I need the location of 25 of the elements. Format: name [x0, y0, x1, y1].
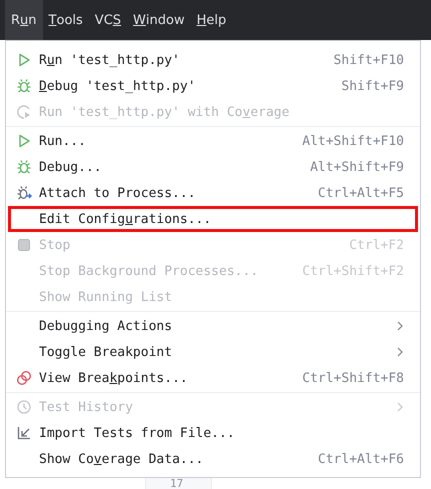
import-icon — [16, 425, 32, 441]
line-number: 17 — [170, 479, 184, 489]
breakpoints-icon — [16, 370, 32, 386]
menu-item[interactable]: Run 'test_http.py' Shift+F10 — [6, 47, 420, 73]
menu-item[interactable]: Run... Alt+Shift+F10 — [6, 128, 420, 154]
menu-item[interactable]: Toggle Breakpoint — [6, 339, 420, 365]
menu-bar-item[interactable]: Tools — [42, 0, 89, 40]
menu-item[interactable]: View Breakpoints... Ctrl+Shift+F8 — [6, 365, 420, 391]
menu-bar-item[interactable]: Window — [127, 0, 191, 40]
attach-bug-icon — [16, 185, 32, 201]
menu-item[interactable]: Debug... Alt+Shift+F9 — [6, 154, 420, 180]
menu-item[interactable]: Debug 'test_http.py' Shift+F9 — [6, 73, 420, 99]
menu-item[interactable]: Import Tests from File... — [6, 420, 420, 446]
clock-icon — [16, 399, 32, 415]
bug-icon — [16, 159, 32, 175]
menu-bar-item[interactable]: Run — [5, 0, 43, 40]
menu-item[interactable]: Debugging Actions — [6, 313, 420, 339]
menu-item[interactable]: Edit Configu rations... — [8, 206, 418, 232]
coverage-icon — [16, 104, 32, 120]
bug-icon — [16, 78, 32, 94]
stop-icon — [16, 237, 32, 253]
menu-bar-item[interactable]: VCS — [88, 0, 128, 40]
menu-item[interactable]: Attach to Process... Ctrl+Alt+F5 — [6, 180, 420, 206]
menu-bar-item[interactable]: Help — [190, 0, 232, 40]
menu-item[interactable]: Show Coverage Data... Ctrl+Alt+F6 — [6, 446, 420, 472]
